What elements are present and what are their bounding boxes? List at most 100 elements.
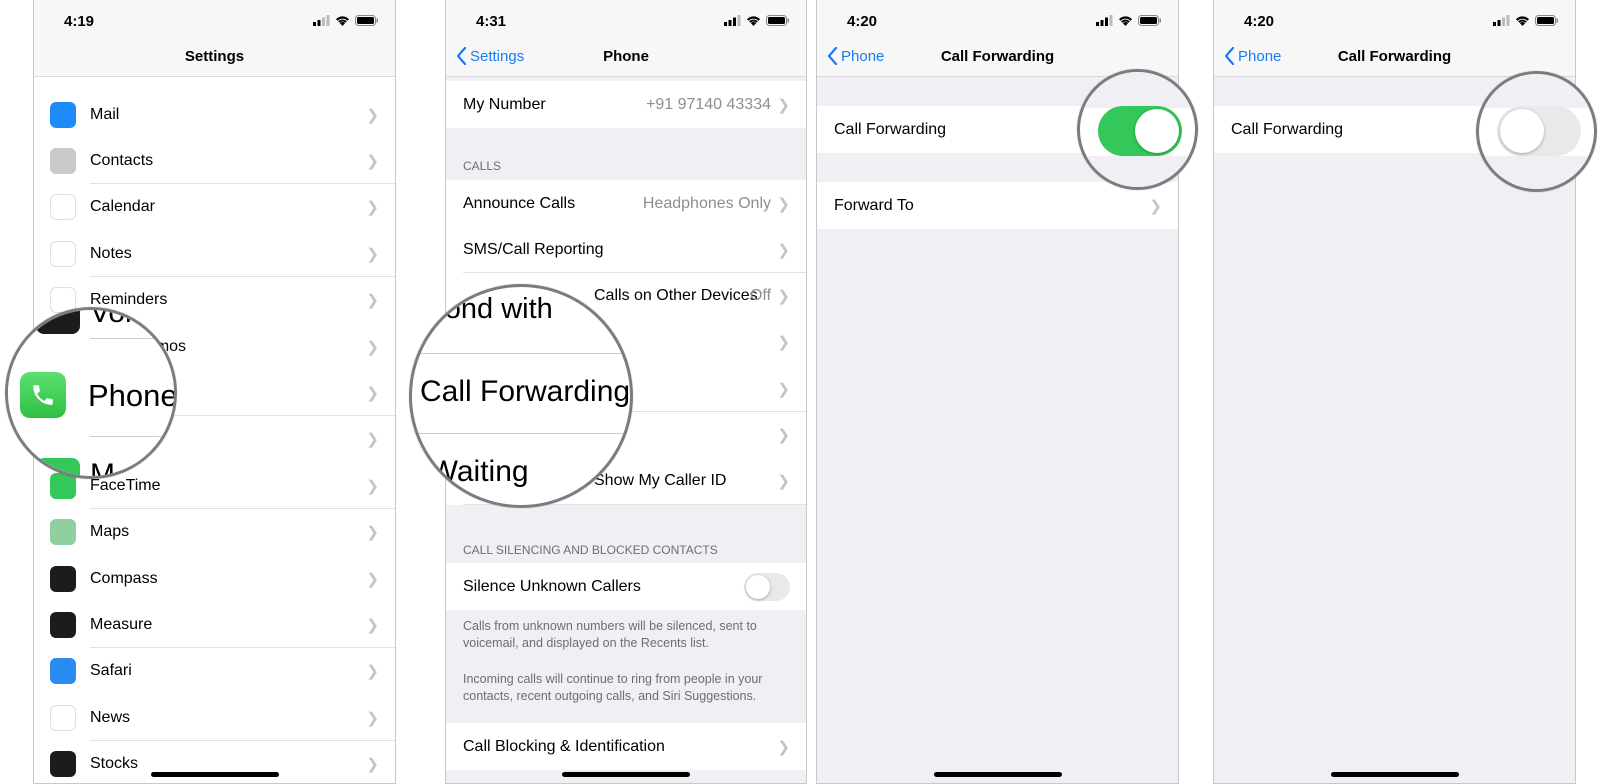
row-label: Call Forwarding bbox=[834, 120, 947, 138]
chevron-right-icon: ❯ bbox=[777, 473, 790, 491]
page-title: Call Forwarding bbox=[1337, 48, 1452, 65]
chevron-right-icon: ❯ bbox=[777, 96, 790, 114]
row-label: Call Forwarding bbox=[1231, 120, 1344, 138]
row-label: Announce Calls bbox=[463, 194, 576, 212]
settings-item-maps[interactable]: Maps ❯ bbox=[34, 508, 395, 556]
home-indicator[interactable] bbox=[562, 772, 690, 777]
chevron-right-icon: ❯ bbox=[777, 241, 790, 259]
chevron-right-icon: ❯ bbox=[777, 738, 790, 756]
row-label: Stocks bbox=[90, 755, 139, 773]
home-indicator[interactable] bbox=[150, 772, 279, 777]
chevron-right-icon: ❯ bbox=[366, 709, 379, 727]
section-header-calls: CALLS bbox=[463, 159, 502, 173]
settings-item-stocks[interactable]: Stocks ❯ bbox=[34, 740, 395, 783]
chevron-right-icon: ❯ bbox=[366, 524, 379, 542]
settings-item-news[interactable]: News ❯ bbox=[34, 694, 395, 742]
cellular-signal-icon bbox=[724, 15, 741, 26]
navigation-bar: 4:20 Phone Call Forwarding bbox=[817, 0, 1178, 77]
battery-icon bbox=[355, 15, 378, 26]
navigation-bar: 4:31 Settings Phone bbox=[446, 0, 806, 77]
status-icons bbox=[1096, 15, 1162, 26]
settings-item-compass[interactable]: Compass ❯ bbox=[34, 555, 395, 602]
chevron-right-icon: ❯ bbox=[366, 106, 379, 124]
chevron-right-icon: ❯ bbox=[777, 427, 790, 444]
status-time: 4:20 bbox=[1244, 13, 1275, 30]
wifi-icon bbox=[747, 16, 760, 26]
cellular-signal-icon bbox=[1493, 15, 1510, 26]
chevron-right-icon: ❯ bbox=[366, 199, 379, 217]
chevron-right-icon: ❯ bbox=[366, 338, 379, 356]
status-icons bbox=[313, 15, 379, 26]
magnified-voice-memos-label: Voi bbox=[90, 307, 132, 329]
silence-unknown-callers-row: Silence Unknown Callers bbox=[446, 563, 806, 610]
calendar-icon bbox=[50, 194, 76, 221]
chevron-right-icon: ❯ bbox=[366, 756, 379, 774]
chevron-right-icon: ❯ bbox=[366, 384, 379, 402]
my-number-row[interactable]: My Number +91 97140 43334 ❯ bbox=[446, 81, 806, 128]
calls-item-sms-call-reporting[interactable]: SMS/Call Reporting ❯ bbox=[446, 226, 806, 274]
settings-item-safari[interactable]: Safari ❯ bbox=[34, 647, 395, 695]
stocks-icon bbox=[50, 751, 76, 778]
call-forwarding-toggle[interactable] bbox=[1497, 106, 1581, 156]
row-label: Forward To bbox=[834, 196, 914, 214]
voice-memos-icon bbox=[36, 310, 80, 334]
chevron-right-icon: ❯ bbox=[777, 334, 790, 352]
section-header-call-silencing: CALL SILENCING AND BLOCKED CONTACTS bbox=[463, 543, 718, 557]
call-forwarding-toggle[interactable] bbox=[1098, 106, 1182, 156]
row-value: Headphones Only bbox=[642, 194, 771, 212]
settings-item-mail[interactable]: Mail ❯ bbox=[34, 91, 395, 138]
chevron-right-icon: ❯ bbox=[366, 245, 379, 263]
battery-icon bbox=[1138, 15, 1161, 26]
call-blocking-row[interactable]: Call Blocking & Identification ❯ bbox=[446, 723, 806, 770]
chevron-right-icon: ❯ bbox=[366, 292, 379, 310]
chevron-right-icon: ❯ bbox=[366, 663, 379, 681]
chevron-right-icon: ❯ bbox=[366, 570, 379, 588]
row-label: My Number bbox=[463, 95, 546, 113]
chevron-right-icon: ❯ bbox=[777, 288, 790, 306]
settings-item-measure[interactable]: Measure ❯ bbox=[34, 601, 395, 649]
incoming-calls-footnote: Incoming calls will continue to ring fro… bbox=[463, 672, 763, 703]
row-label: Compass bbox=[90, 569, 158, 587]
home-indicator[interactable] bbox=[1330, 772, 1459, 777]
toggle-knob bbox=[1500, 109, 1544, 153]
row-label: Maps bbox=[90, 523, 130, 541]
status-time: 4:31 bbox=[476, 13, 507, 30]
news-icon bbox=[50, 704, 76, 731]
home-indicator[interactable] bbox=[933, 772, 1062, 777]
row-label: Calendar bbox=[90, 198, 155, 216]
row-label: Call Blocking & Identification bbox=[463, 737, 665, 755]
wifi-icon bbox=[1119, 16, 1132, 26]
status-time: 4:20 bbox=[847, 13, 878, 30]
wifi-icon bbox=[336, 16, 349, 26]
row-label: News bbox=[90, 708, 131, 726]
magnifier-phone: Voi Phone M bbox=[5, 307, 177, 479]
magnifier-toggle-on bbox=[1077, 69, 1198, 190]
row-label: Measure bbox=[90, 615, 153, 633]
forward-to-row[interactable]: Forward To ❯ bbox=[817, 182, 1178, 229]
safari-icon bbox=[50, 658, 76, 685]
measure-icon bbox=[50, 611, 76, 638]
row-label: Notes bbox=[90, 244, 132, 262]
mail-icon bbox=[50, 101, 76, 128]
compass-icon bbox=[50, 565, 76, 592]
page-title: Phone bbox=[603, 48, 649, 65]
page-title: Call Forwarding bbox=[940, 48, 1055, 65]
battery-icon bbox=[766, 15, 789, 26]
chevron-right-icon: ❯ bbox=[777, 195, 790, 213]
magnified-call-forwarding-label[interactable]: Call Forwarding bbox=[420, 375, 630, 409]
maps-icon bbox=[50, 519, 76, 546]
row-label: Silence Unknown Callers bbox=[463, 577, 641, 595]
phone-icon bbox=[20, 372, 66, 418]
chevron-right-icon: ❯ bbox=[777, 380, 790, 398]
row-label: Contacts bbox=[90, 151, 154, 169]
page-title: Settings bbox=[184, 48, 245, 65]
calls-item-announce-calls[interactable]: Announce Calls Headphones Only ❯ bbox=[446, 180, 806, 227]
settings-item-contacts[interactable]: Contacts ❯ bbox=[34, 137, 395, 185]
cellular-signal-icon bbox=[1096, 15, 1113, 26]
status-icons bbox=[724, 15, 790, 26]
settings-item-calendar[interactable]: Calendar ❯ bbox=[34, 183, 395, 231]
row-label: Safari bbox=[90, 662, 132, 680]
chevron-right-icon: ❯ bbox=[366, 152, 379, 170]
silence-unknown-callers-toggle[interactable] bbox=[744, 572, 790, 601]
settings-item-notes[interactable]: Notes ❯ bbox=[34, 230, 395, 278]
